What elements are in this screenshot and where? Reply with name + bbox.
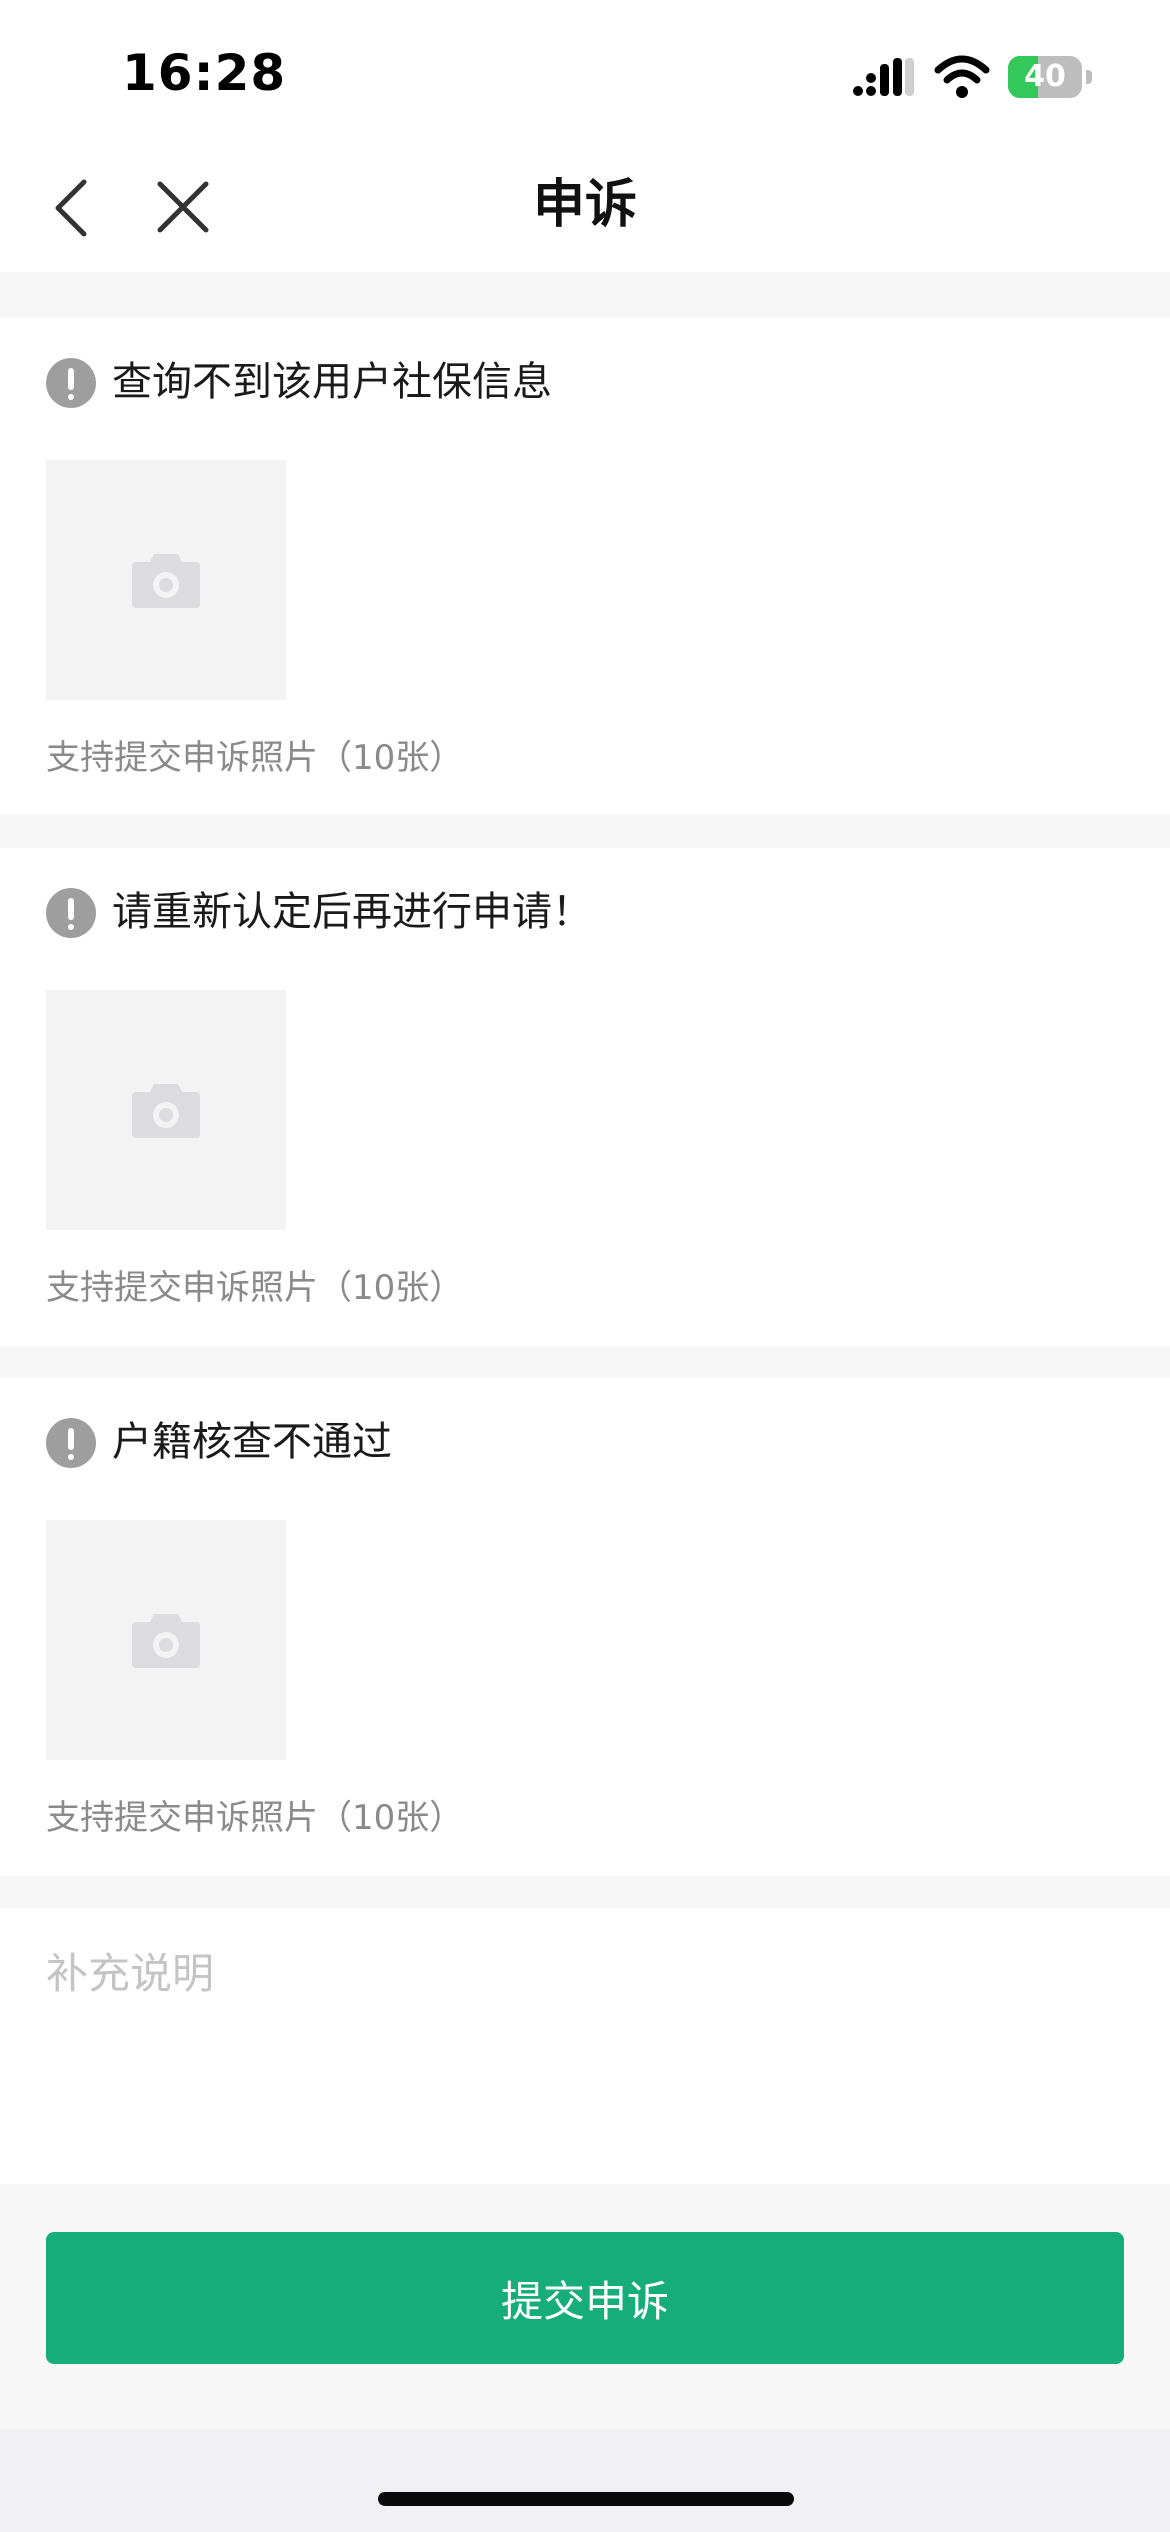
wifi-icon — [934, 55, 990, 98]
cellular-signal-icon — [853, 58, 914, 96]
camera-icon — [132, 1084, 200, 1138]
home-indicator[interactable] — [378, 2492, 794, 2506]
nav-bar: 申诉 — [0, 140, 1170, 272]
camera-icon — [132, 554, 200, 608]
section-title: 请重新认定后再进行申请！ — [112, 889, 592, 935]
photo-upload-button[interactable] — [46, 990, 286, 1230]
footer: 提交申诉 — [0, 2184, 1170, 2430]
upload-hint: 支持提交申诉照片（10张） — [46, 1798, 464, 1838]
appeal-section: 查询不到该用户社保信息 支持提交申诉照片（10张） — [0, 318, 1170, 814]
upload-hint: 支持提交申诉照片（10张） — [46, 1268, 464, 1308]
photo-upload-button[interactable] — [46, 1520, 286, 1760]
battery-icon: 40 — [1008, 56, 1092, 100]
page-title: 申诉 — [532, 175, 637, 235]
photo-upload-button[interactable] — [46, 460, 286, 700]
exclamation-circle-icon — [46, 1418, 96, 1468]
supplementary-note-input[interactable] — [46, 1940, 1124, 2150]
appeal-section: 请重新认定后再进行申请！ 支持提交申诉照片（10张） — [0, 848, 1170, 1346]
section-title: 查询不到该用户社保信息 — [112, 359, 552, 405]
camera-icon — [132, 1614, 200, 1668]
home-indicator-area — [0, 2430, 1170, 2532]
battery-level: 40 — [1024, 59, 1066, 94]
exclamation-circle-icon — [46, 358, 96, 408]
submit-appeal-button[interactable]: 提交申诉 — [46, 2232, 1124, 2364]
status-bar: 16:28 40 — [0, 0, 1170, 140]
status-time: 16:28 — [122, 44, 287, 102]
upload-hint: 支持提交申诉照片（10张） — [46, 738, 464, 778]
exclamation-circle-icon — [46, 888, 96, 938]
note-section — [0, 1908, 1170, 2184]
appeal-section: 户籍核查不通过 支持提交申诉照片（10张） — [0, 1378, 1170, 1876]
section-title: 户籍核查不通过 — [112, 1419, 392, 1465]
